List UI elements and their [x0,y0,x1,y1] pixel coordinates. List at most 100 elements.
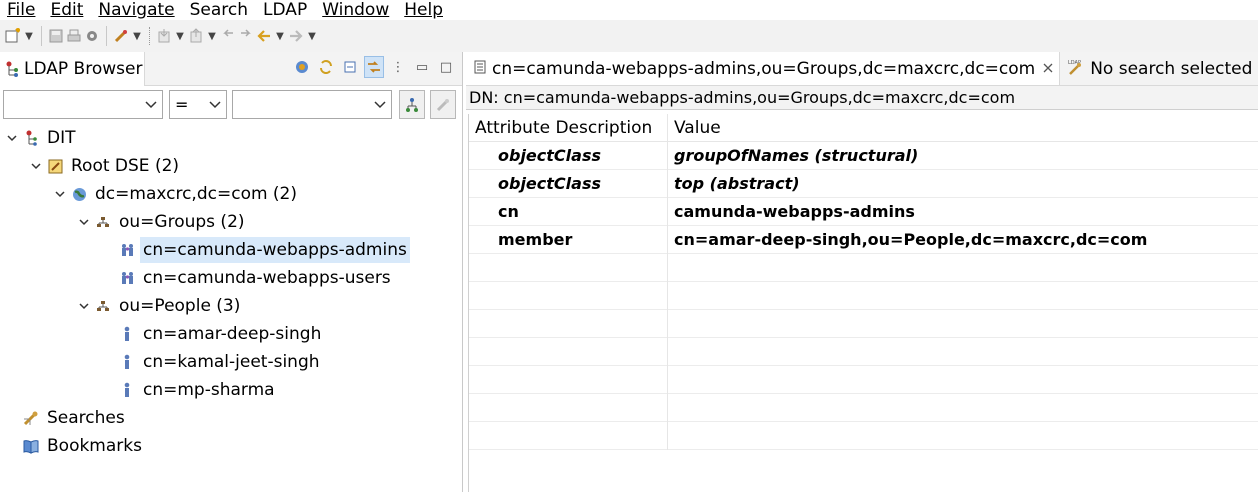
tree-item-label: ou=People (3) [119,296,241,316]
tree-item-bookmarks[interactable]: Bookmarks [0,432,462,460]
empty-row [469,253,1258,282]
tab-ldap-browser[interactable]: LDAP Browser [0,52,145,86]
operator-combo[interactable]: = [169,90,227,119]
group-icon [119,242,135,258]
tree-item-people[interactable]: ou=People (3) [0,292,462,320]
refresh-icon[interactable] [316,56,336,78]
ldap-browser-header: LDAP Browser ⋮ ▭ □ [0,52,462,86]
value-cell: camunda-webapps-admins [674,202,915,221]
tab-entry-editor[interactable]: cn=camunda-webapps-admins,ou=Groups,dc=m… [466,52,1061,85]
menu-file[interactable]: File [0,1,43,19]
operator-combo-value: = [175,95,189,114]
entry-editor-area: cn=camunda-webapps-admins,ou=Groups,dc=m… [466,52,1258,492]
collapse-chevron-icon[interactable] [77,302,91,310]
forward-history-icon[interactable] [237,25,255,47]
view-menu-icon[interactable]: ⋮ [388,56,408,78]
import-dropdown-icon[interactable]: ▼ [173,25,187,47]
table-row[interactable]: cn camunda-webapps-admins [469,197,1258,226]
main-toolbar: ▼ ▼ ▼ ▼ ▼ ▼ [0,20,1258,52]
menu-ldap[interactable]: LDAP [256,1,315,19]
new-dropdown-icon[interactable]: ▼ [22,25,36,47]
tree-item-label: DIT [47,128,76,148]
rocket-icon[interactable] [112,25,130,47]
root-dse-icon [47,158,63,174]
maximize-icon[interactable]: □ [436,56,456,78]
value-cell: top (abstract) [674,174,800,193]
ldap-browser-tab-label: LDAP Browser [24,59,143,79]
empty-row [469,281,1258,310]
menu-window[interactable]: Window [315,1,397,19]
empty-row [469,421,1258,450]
collapse-chevron-icon[interactable] [29,162,43,170]
attribute-cell: cn [469,197,668,226]
back-icon[interactable] [255,25,273,47]
rocket-dropdown-icon[interactable]: ▼ [130,25,144,47]
table-row[interactable]: member cn=amar-deep-singh,ou=People,dc=m… [469,225,1258,254]
column-header-attribute[interactable]: Attribute Description [469,113,668,142]
clear-quick-search-button[interactable] [430,90,456,119]
collapse-chevron-icon[interactable] [77,218,91,226]
tree-item-groups[interactable]: ou=Groups (2) [0,208,462,236]
globe-icon [71,186,87,202]
tree-item-person-3[interactable]: cn=mp-sharma [0,376,462,404]
quick-search-bar: = [0,88,462,121]
tree-item-group-admins[interactable]: cn=camunda-webapps-admins [0,236,462,264]
collapse-chevron-icon[interactable] [5,134,19,142]
tree-item-label: Searches [47,408,125,428]
table-row[interactable]: objectClass groupOfNames (structural) [469,141,1258,170]
tree-item-person-1[interactable]: cn=amar-deep-singh [0,320,462,348]
export-icon[interactable] [187,25,205,47]
menu-help[interactable]: Help [397,1,451,19]
tree-item-label: cn=camunda-webapps-users [143,268,391,288]
column-header-value[interactable]: Value [668,118,721,138]
collapse-all-icon[interactable] [340,56,360,78]
menu-navigate[interactable]: Navigate [91,1,182,19]
table-row[interactable]: objectClass top (abstract) [469,169,1258,198]
person-icon [119,326,135,342]
menu-search[interactable]: Search [183,1,256,19]
gear-icon[interactable] [83,25,101,47]
table-header: Attribute Description Value [469,113,1258,142]
tree-item-person-2[interactable]: cn=kamal-jeet-singh [0,348,462,376]
back-history-icon[interactable] [219,25,237,47]
menu-file-label: File [7,0,36,20]
toolbar-grip [149,27,152,45]
attribute-combo[interactable] [3,90,163,119]
link-with-editor-icon[interactable] [292,56,312,78]
new-icon[interactable] [4,25,22,47]
person-icon [119,354,135,370]
empty-row [469,365,1258,394]
minimize-icon[interactable]: ▭ [412,56,432,78]
tree-item-group-users[interactable]: cn=camunda-webapps-users [0,264,462,292]
entry-document-icon [474,60,486,77]
tree-item-label: cn=amar-deep-singh [143,324,322,344]
value-combo[interactable] [232,90,392,119]
tree-item-dit[interactable]: DIT [0,124,462,152]
link-selection-icon[interactable] [364,56,384,78]
run-quick-search-button[interactable] [399,90,425,119]
group-icon [119,270,135,286]
export-dropdown-icon[interactable]: ▼ [205,25,219,47]
searches-icon [23,410,39,426]
person-icon [119,382,135,398]
import-icon[interactable] [155,25,173,47]
tree-item-root-dse[interactable]: Root DSE (2) [0,152,462,180]
tree-item-label: ou=Groups (2) [119,212,245,232]
forward-dropdown-icon[interactable]: ▼ [305,25,319,47]
tree-item-label: dc=maxcrc,dc=com (2) [95,184,298,204]
forward-icon[interactable] [287,25,305,47]
tab-search-result[interactable]: LDAP No search selected [1060,52,1258,85]
dit-icon [23,130,39,146]
dn-text: DN: cn=camunda-webapps-admins,ou=Groups,… [469,88,1016,107]
menu-edit[interactable]: Edit [43,1,91,19]
save-icon[interactable] [47,25,65,47]
tree-item-searches[interactable]: Searches [0,404,462,432]
empty-row [469,337,1258,366]
tree-item-label: cn=mp-sharma [143,380,275,400]
close-icon[interactable] [1043,62,1053,76]
print-icon[interactable] [65,25,83,47]
tree-item-domain[interactable]: dc=maxcrc,dc=com (2) [0,180,462,208]
collapse-chevron-icon[interactable] [53,190,67,198]
back-dropdown-icon[interactable]: ▼ [273,25,287,47]
dn-header: DN: cn=camunda-webapps-admins,ou=Groups,… [466,86,1258,110]
